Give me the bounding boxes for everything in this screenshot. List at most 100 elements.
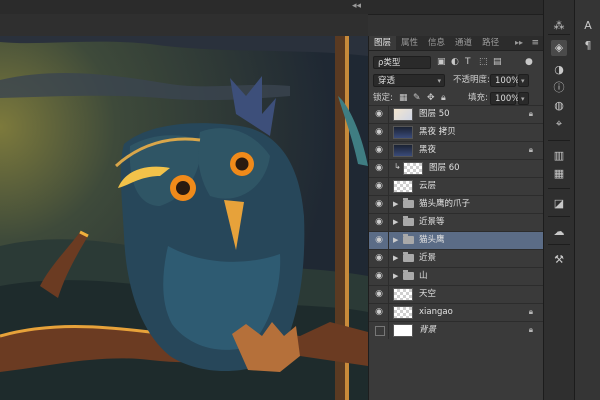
tab-layers[interactable]: 图层 xyxy=(369,36,397,50)
brush-presets-icon[interactable]: ⁂ xyxy=(551,18,567,34)
layers-icon[interactable]: ◈ xyxy=(551,40,567,56)
filter-adjustment-icon[interactable]: ◐ xyxy=(451,56,459,69)
opacity-input[interactable]: 100% xyxy=(490,74,519,87)
column-divider xyxy=(388,286,389,303)
clipping-mask-icon: ↳ xyxy=(394,162,401,171)
lock-position-icon[interactable]: ✥ xyxy=(427,92,435,105)
blend-row: 穿透 ▾ 不透明度: 100% ▾ xyxy=(369,72,543,90)
expand-group-icon[interactable]: ▶ xyxy=(393,199,398,209)
character-icon[interactable]: A xyxy=(580,18,596,34)
visibility-eye-icon[interactable]: ◉ xyxy=(373,127,385,137)
visibility-eye-icon[interactable]: ◉ xyxy=(373,235,385,245)
lock-all-icon[interactable]: 🔒︎ xyxy=(441,92,446,105)
column-divider xyxy=(388,304,389,321)
visibility-off-icon[interactable] xyxy=(375,326,385,336)
column-divider xyxy=(388,214,389,231)
column-divider xyxy=(388,250,389,267)
filter-shape-icon[interactable]: ⬚ xyxy=(479,56,488,69)
swatches-icon[interactable]: ▦ xyxy=(551,166,567,182)
adjustments-icon[interactable]: ◑ xyxy=(551,62,567,78)
layer-row[interactable]: ◉ 黑夜 🔒︎ xyxy=(369,141,543,159)
layer-name: 黑夜 拷贝 xyxy=(419,127,456,137)
layer-thumbnail xyxy=(393,108,413,121)
lock-icon: 🔒︎ xyxy=(528,325,533,334)
column-divider xyxy=(388,196,389,213)
color-icon[interactable]: ◍ xyxy=(551,98,567,114)
top-strip: ◂◂ ◂◂ xyxy=(0,0,600,15)
layer-row[interactable]: ◉ 云层 xyxy=(369,177,543,195)
column-divider xyxy=(388,268,389,285)
visibility-eye-icon[interactable]: ◉ xyxy=(373,199,385,209)
filter-toggle-icon[interactable]: ● xyxy=(525,56,533,69)
layer-thumbnail xyxy=(393,306,413,319)
layer-row[interactable]: ◉ ▶ 近景等 xyxy=(369,213,543,231)
visibility-eye-icon[interactable]: ◉ xyxy=(373,217,385,227)
expand-group-icon[interactable]: ▶ xyxy=(393,253,398,263)
fill-dropdown[interactable]: ▾ xyxy=(518,92,529,105)
layer-row[interactable]: ◉ 天空 xyxy=(369,285,543,303)
panel-menu-icon[interactable]: ≡ xyxy=(531,36,539,50)
layer-row[interactable]: ◉ 黑夜 拷贝 xyxy=(369,123,543,141)
expand-group-icon[interactable]: ▶ xyxy=(393,235,398,245)
layer-row[interactable]: ◉ ▶ 山 xyxy=(369,267,543,285)
navigator-icon[interactable]: ◪ xyxy=(551,196,567,212)
filter-smart-object-icon[interactable]: ▤ xyxy=(493,56,502,69)
tool-presets-icon[interactable]: ⚒ xyxy=(551,252,567,268)
filter-type-icon[interactable]: T xyxy=(465,56,471,69)
layer-row[interactable]: ◉ ↳ 图层 60 xyxy=(369,159,543,177)
lock-pixels-icon[interactable]: ✎ xyxy=(413,92,421,105)
tab-paths[interactable]: 路径 xyxy=(477,36,504,50)
layer-name: 猫头鹰 xyxy=(419,235,445,245)
layer-row[interactable]: ◉ ▶ 猫头鹰 xyxy=(369,231,543,249)
folder-icon xyxy=(403,252,414,262)
visibility-eye-icon[interactable]: ◉ xyxy=(373,253,385,263)
visibility-eye-icon[interactable]: ◉ xyxy=(373,271,385,281)
dock-separator xyxy=(548,188,570,189)
dock-separator xyxy=(548,140,570,141)
filter-pixel-icon[interactable]: ▣ xyxy=(437,56,446,69)
layer-name: 图层 60 xyxy=(429,163,460,173)
layer-row[interactable]: ◉ 图层 50 🔒︎ xyxy=(369,105,543,123)
visibility-eye-icon[interactable]: ◉ xyxy=(373,163,385,173)
layer-thumbnail xyxy=(393,126,413,139)
visibility-eye-icon[interactable]: ◉ xyxy=(373,307,385,317)
paths-icon[interactable]: ⌖ xyxy=(551,116,567,132)
info-icon[interactable]: ⓘ xyxy=(551,80,567,96)
panel-collapse-icon[interactable]: ▸▸ xyxy=(515,36,523,50)
column-divider xyxy=(388,178,389,195)
folder-icon xyxy=(403,198,414,208)
column-divider xyxy=(388,160,389,177)
expand-group-icon[interactable]: ▶ xyxy=(393,271,398,281)
column-divider xyxy=(388,232,389,249)
layer-row[interactable]: ◉ ▶ 近景 xyxy=(369,249,543,267)
layer-row[interactable]: 背景 🔒︎ xyxy=(369,321,543,339)
collapse-arrows-icon[interactable]: ◂◂ xyxy=(352,1,361,11)
tab-channels[interactable]: 通道 xyxy=(450,36,477,50)
lock-icon: 🔒︎ xyxy=(528,145,533,154)
blend-mode-select[interactable]: 穿透 ▾ xyxy=(373,74,445,87)
paragraph-icon[interactable]: ¶ xyxy=(580,38,596,54)
folder-icon xyxy=(403,216,414,226)
visibility-eye-icon[interactable]: ◉ xyxy=(373,289,385,299)
lock-transparency-icon[interactable]: ▦ xyxy=(399,92,408,105)
histogram-icon[interactable]: ▥ xyxy=(551,148,567,164)
tab-info[interactable]: 信息 xyxy=(423,36,450,50)
dock-separator xyxy=(548,34,570,35)
fill-label: 填充: xyxy=(468,93,488,103)
tab-properties[interactable]: 属性 xyxy=(396,36,423,50)
fill-value: 100% xyxy=(495,94,520,104)
filter-kind-select[interactable]: ρ类型 xyxy=(373,56,431,69)
visibility-eye-icon[interactable]: ◉ xyxy=(373,109,385,119)
layer-row[interactable]: ◉ ▶ 猫头鹰的爪子 xyxy=(369,195,543,213)
visibility-eye-icon[interactable]: ◉ xyxy=(373,181,385,191)
visibility-eye-icon[interactable]: ◉ xyxy=(373,145,385,155)
lock-label: 锁定: xyxy=(373,93,393,103)
layer-row[interactable]: ◉ xiangao 🔒︎ xyxy=(369,303,543,321)
canvas[interactable] xyxy=(0,36,368,400)
chevron-down-icon: ▾ xyxy=(521,77,525,85)
opacity-dropdown[interactable]: ▾ xyxy=(518,74,529,87)
creative-cloud-icon[interactable]: ☁ xyxy=(551,224,567,240)
expand-group-icon[interactable]: ▶ xyxy=(393,217,398,227)
fill-input[interactable]: 100% xyxy=(490,92,520,105)
layers-panel: 图层 属性 信息 通道 路径 ▸▸ ≡ ρ类型 ▣ ◐ T ⬚ ▤ ● 穿透 ▾… xyxy=(368,36,543,400)
